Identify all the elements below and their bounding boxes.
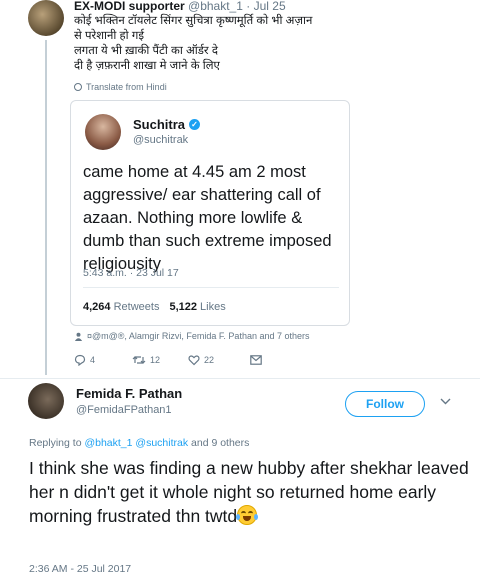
tweet-header: EX-MODI supporter @bhakt_1 · Jul 25 xyxy=(74,0,286,13)
author-name[interactable]: Femida F. Pathan xyxy=(76,386,182,401)
quoted-tweet-card[interactable]: Suchitra ✓ @suchitrak came home at 4.45 … xyxy=(70,100,350,326)
quoted-tweet-stats: 4,264 Retweets 5,122 Likes xyxy=(83,301,226,313)
quoted-author-name[interactable]: Suchitra ✓ xyxy=(133,117,201,132)
retweets-stat[interactable]: 4,264 Retweets xyxy=(83,301,159,313)
verified-icon: ✓ xyxy=(189,119,201,130)
globe-icon xyxy=(74,83,82,91)
tweet-text-line: लगता ये भी ख़ाकी पैंटी का ऑर्डर दे xyxy=(74,45,218,57)
envelope-icon xyxy=(250,355,262,365)
tweet-separator xyxy=(0,378,480,379)
tweet-text-line: दी है ज़फ़रानी शाखा मे जाने के लिए xyxy=(74,60,220,72)
retweet-icon xyxy=(132,356,146,364)
thread-line xyxy=(45,40,47,375)
chevron-down-icon[interactable] xyxy=(440,396,451,408)
like-count: 22 xyxy=(204,355,215,365)
retweets-label: Retweets xyxy=(113,301,160,313)
message-action[interactable] xyxy=(250,355,262,365)
reply-count: 4 xyxy=(90,355,96,365)
translate-label: Translate from Hindi xyxy=(86,82,167,92)
likes-count: 5,122 xyxy=(169,301,197,313)
reply-action[interactable]: 4 xyxy=(74,354,132,366)
retweets-count: 4,264 xyxy=(83,301,111,313)
tweet-timestamp[interactable]: 2:36 AM - 25 Jul 2017 xyxy=(29,563,131,575)
avatar[interactable] xyxy=(85,114,121,150)
likes-label: Likes xyxy=(200,301,226,313)
reply-user-link[interactable]: @suchitrak xyxy=(135,437,188,449)
tweet-date[interactable]: Jul 25 xyxy=(254,0,286,13)
tweet-text: I think she was finding a new hubby afte… xyxy=(29,456,469,528)
reply-user-link[interactable]: @bhakt_1 xyxy=(84,437,132,449)
liked-by-text: ¤@m@®, Alamgir Rizvi, Femida F. Pathan a… xyxy=(87,331,310,341)
author-name[interactable]: EX-MODI supporter xyxy=(74,0,185,13)
quoted-author-handle[interactable]: @suchitrak xyxy=(133,134,188,146)
reply-prefix: Replying to xyxy=(29,437,82,449)
avatar[interactable] xyxy=(28,383,64,419)
author-handle[interactable]: @FemidaFPathan1 xyxy=(76,404,172,416)
author-handle[interactable]: @bhakt_1 xyxy=(188,0,243,13)
retweet-action[interactable]: 12 xyxy=(132,354,188,366)
reply-icon xyxy=(74,354,86,366)
tweet-text-line: से परेशानी हो गई xyxy=(74,30,144,42)
divider xyxy=(83,287,339,288)
reply-suffix[interactable]: and 9 others xyxy=(191,437,249,449)
quoted-tweet-text: came home at 4.45 am 2 most aggressive/ … xyxy=(83,163,332,273)
tweet-text: कोई भक्तिन टॉयलेट सिंगर सुचित्रा कृष्णमू… xyxy=(74,14,354,74)
like-action[interactable]: 22 xyxy=(188,354,250,366)
liked-by[interactable]: ¤@m@®, Alamgir Rizvi, Femida F. Pathan a… xyxy=(74,331,310,341)
retweet-count: 12 xyxy=(150,355,161,365)
tweet-actions: 4 12 22 xyxy=(74,354,262,366)
person-icon xyxy=(74,332,83,341)
likes-stat[interactable]: 5,122 Likes xyxy=(169,301,225,313)
laughing-tears-emoji-icon xyxy=(236,505,259,525)
heart-icon xyxy=(188,355,200,366)
replying-to: Replying to @bhakt_1 @suchitrak and 9 ot… xyxy=(29,437,249,449)
quoted-tweet-time[interactable]: 5:43 a.m. · 23 Jul 17 xyxy=(83,267,179,279)
tweet-text-line: कोई भक्तिन टॉयलेट सिंगर सुचित्रा कृष्णमू… xyxy=(74,15,313,27)
follow-button[interactable]: Follow xyxy=(345,391,425,417)
translate-link[interactable]: Translate from Hindi xyxy=(74,82,167,92)
avatar[interactable] xyxy=(28,0,64,36)
quoted-author-name-text: Suchitra xyxy=(133,117,186,132)
